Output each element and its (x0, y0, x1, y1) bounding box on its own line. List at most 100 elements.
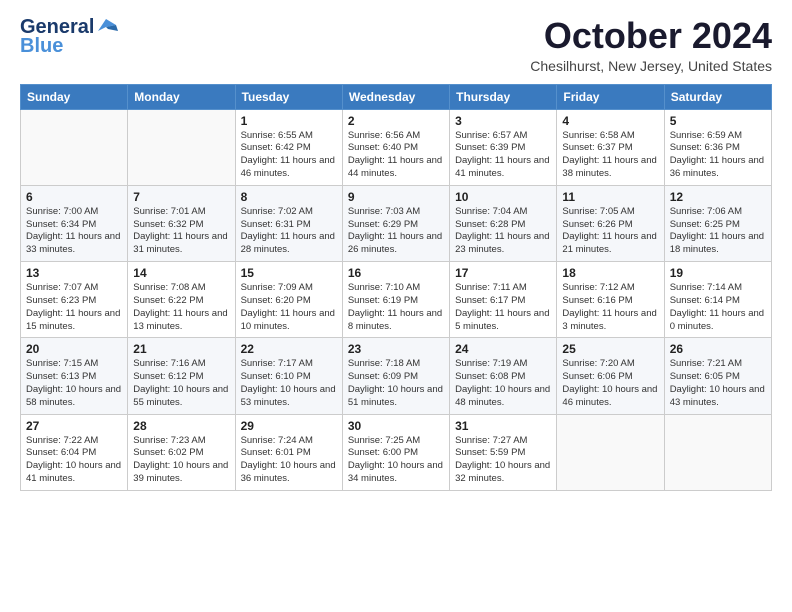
day-info: Sunrise: 7:21 AM Sunset: 6:05 PM Dayligh… (670, 358, 766, 409)
day-number: 7 (133, 190, 229, 204)
day-number: 6 (26, 190, 122, 204)
day-info: Sunrise: 7:09 AM Sunset: 6:20 PM Dayligh… (241, 282, 337, 333)
calendar-cell: 25 Sunrise: 7:20 AM Sunset: 6:06 PM Dayli… (557, 338, 664, 414)
day-number: 13 (26, 266, 122, 280)
day-number: 15 (241, 266, 337, 280)
day-number: 31 (455, 419, 551, 433)
day-number: 10 (455, 190, 551, 204)
day-info: Sunrise: 7:23 AM Sunset: 6:02 PM Dayligh… (133, 435, 229, 486)
day-info: Sunrise: 7:08 AM Sunset: 6:22 PM Dayligh… (133, 282, 229, 333)
day-number: 26 (670, 342, 766, 356)
day-info: Sunrise: 7:03 AM Sunset: 6:29 PM Dayligh… (348, 206, 444, 257)
day-info: Sunrise: 7:20 AM Sunset: 6:06 PM Dayligh… (562, 358, 658, 409)
calendar-week-4: 20 Sunrise: 7:15 AM Sunset: 6:13 PM Dayli… (21, 338, 772, 414)
logo-wing-icon (96, 17, 118, 35)
weekday-header-friday: Friday (557, 84, 664, 109)
calendar-cell: 13 Sunrise: 7:07 AM Sunset: 6:23 PM Dayli… (21, 262, 128, 338)
weekday-header-tuesday: Tuesday (235, 84, 342, 109)
calendar-cell: 21Sunrise: 7:16 AM Sunset: 6:12 PM Dayli… (128, 338, 235, 414)
day-number: 21 (133, 342, 229, 356)
logo-blue: Blue (20, 35, 63, 58)
day-info: Sunrise: 7:12 AM Sunset: 6:16 PM Dayligh… (562, 282, 658, 333)
day-info: Sunrise: 7:15 AM Sunset: 6:13 PM Dayligh… (26, 358, 122, 409)
day-number: 12 (670, 190, 766, 204)
page-header: General Blue October 2024 Chesilhurst, N… (20, 16, 772, 74)
day-number: 28 (133, 419, 229, 433)
day-info: Sunrise: 7:24 AM Sunset: 6:01 PM Dayligh… (241, 435, 337, 486)
day-info: Sunrise: 6:55 AM Sunset: 6:42 PM Dayligh… (241, 130, 337, 181)
location-subtitle: Chesilhurst, New Jersey, United States (530, 58, 772, 74)
weekday-header-monday: Monday (128, 84, 235, 109)
day-info: Sunrise: 7:10 AM Sunset: 6:19 PM Dayligh… (348, 282, 444, 333)
day-info: Sunrise: 6:59 AM Sunset: 6:36 PM Dayligh… (670, 130, 766, 181)
calendar-cell: 14 Sunrise: 7:08 AM Sunset: 6:22 PM Dayli… (128, 262, 235, 338)
calendar-week-5: 27Sunrise: 7:22 AM Sunset: 6:04 PM Dayli… (21, 414, 772, 490)
day-info: Sunrise: 7:27 AM Sunset: 5:59 PM Dayligh… (455, 435, 551, 486)
calendar-cell: 19 Sunrise: 7:14 AM Sunset: 6:14 PM Dayli… (664, 262, 771, 338)
day-number: 11 (562, 190, 658, 204)
day-number: 16 (348, 266, 444, 280)
day-number: 22 (241, 342, 337, 356)
calendar-cell: 2 Sunrise: 6:56 AM Sunset: 6:40 PM Daylig… (342, 109, 449, 185)
day-info: Sunrise: 6:56 AM Sunset: 6:40 PM Dayligh… (348, 130, 444, 181)
day-number: 8 (241, 190, 337, 204)
day-info: Sunrise: 7:11 AM Sunset: 6:17 PM Dayligh… (455, 282, 551, 333)
calendar-cell (128, 109, 235, 185)
day-number: 18 (562, 266, 658, 280)
calendar-cell: 8 Sunrise: 7:02 AM Sunset: 6:31 PM Daylig… (235, 185, 342, 261)
day-info: Sunrise: 6:58 AM Sunset: 6:37 PM Dayligh… (562, 130, 658, 181)
calendar-cell (557, 414, 664, 490)
day-number: 24 (455, 342, 551, 356)
calendar-week-2: 6 Sunrise: 7:00 AM Sunset: 6:34 PM Daylig… (21, 185, 772, 261)
day-info: Sunrise: 7:02 AM Sunset: 6:31 PM Dayligh… (241, 206, 337, 257)
day-info: Sunrise: 7:25 AM Sunset: 6:00 PM Dayligh… (348, 435, 444, 486)
calendar-cell: 18 Sunrise: 7:12 AM Sunset: 6:16 PM Dayli… (557, 262, 664, 338)
calendar-cell: 17Sunrise: 7:11 AM Sunset: 6:17 PM Dayli… (450, 262, 557, 338)
day-info: Sunrise: 7:01 AM Sunset: 6:32 PM Dayligh… (133, 206, 229, 257)
calendar-cell: 9Sunrise: 7:03 AM Sunset: 6:29 PM Daylig… (342, 185, 449, 261)
day-info: Sunrise: 7:14 AM Sunset: 6:14 PM Dayligh… (670, 282, 766, 333)
calendar-cell: 15 Sunrise: 7:09 AM Sunset: 6:20 PM Dayli… (235, 262, 342, 338)
day-info: Sunrise: 6:57 AM Sunset: 6:39 PM Dayligh… (455, 130, 551, 181)
day-info: Sunrise: 7:00 AM Sunset: 6:34 PM Dayligh… (26, 206, 122, 257)
day-info: Sunrise: 7:06 AM Sunset: 6:25 PM Dayligh… (670, 206, 766, 257)
calendar-cell: 16 Sunrise: 7:10 AM Sunset: 6:19 PM Dayli… (342, 262, 449, 338)
day-number: 1 (241, 114, 337, 128)
day-number: 19 (670, 266, 766, 280)
day-number: 30 (348, 419, 444, 433)
day-info: Sunrise: 7:17 AM Sunset: 6:10 PM Dayligh… (241, 358, 337, 409)
day-info: Sunrise: 7:04 AM Sunset: 6:28 PM Dayligh… (455, 206, 551, 257)
day-number: 25 (562, 342, 658, 356)
calendar-cell: 1 Sunrise: 6:55 AM Sunset: 6:42 PM Daylig… (235, 109, 342, 185)
title-area: October 2024 Chesilhurst, New Jersey, Un… (530, 16, 772, 74)
weekday-header-row: SundayMondayTuesdayWednesdayThursdayFrid… (21, 84, 772, 109)
calendar-cell: 4 Sunrise: 6:58 AM Sunset: 6:37 PM Daylig… (557, 109, 664, 185)
calendar-cell: 10 Sunrise: 7:04 AM Sunset: 6:28 PM Dayli… (450, 185, 557, 261)
day-number: 4 (562, 114, 658, 128)
day-info: Sunrise: 7:07 AM Sunset: 6:23 PM Dayligh… (26, 282, 122, 333)
weekday-header-thursday: Thursday (450, 84, 557, 109)
day-number: 2 (348, 114, 444, 128)
day-number: 20 (26, 342, 122, 356)
calendar-week-3: 13 Sunrise: 7:07 AM Sunset: 6:23 PM Dayli… (21, 262, 772, 338)
calendar-cell: 27Sunrise: 7:22 AM Sunset: 6:04 PM Dayli… (21, 414, 128, 490)
weekday-header-wednesday: Wednesday (342, 84, 449, 109)
day-number: 23 (348, 342, 444, 356)
calendar-cell: 7 Sunrise: 7:01 AM Sunset: 6:32 PM Daylig… (128, 185, 235, 261)
day-info: Sunrise: 7:19 AM Sunset: 6:08 PM Dayligh… (455, 358, 551, 409)
calendar-cell: 6 Sunrise: 7:00 AM Sunset: 6:34 PM Daylig… (21, 185, 128, 261)
calendar-cell: 28 Sunrise: 7:23 AM Sunset: 6:02 PM Dayli… (128, 414, 235, 490)
day-info: Sunrise: 7:22 AM Sunset: 6:04 PM Dayligh… (26, 435, 122, 486)
calendar-table: SundayMondayTuesdayWednesdayThursdayFrid… (20, 84, 772, 491)
weekday-header-sunday: Sunday (21, 84, 128, 109)
day-number: 14 (133, 266, 229, 280)
day-number: 29 (241, 419, 337, 433)
calendar-cell (664, 414, 771, 490)
day-info: Sunrise: 7:18 AM Sunset: 6:09 PM Dayligh… (348, 358, 444, 409)
calendar-cell: 26 Sunrise: 7:21 AM Sunset: 6:05 PM Dayli… (664, 338, 771, 414)
calendar-cell: 5Sunrise: 6:59 AM Sunset: 6:36 PM Daylig… (664, 109, 771, 185)
weekday-header-saturday: Saturday (664, 84, 771, 109)
calendar-cell: 30 Sunrise: 7:25 AM Sunset: 6:00 PM Dayli… (342, 414, 449, 490)
calendar-cell: 22 Sunrise: 7:17 AM Sunset: 6:10 PM Dayli… (235, 338, 342, 414)
calendar-cell: 3Sunrise: 6:57 AM Sunset: 6:39 PM Daylig… (450, 109, 557, 185)
